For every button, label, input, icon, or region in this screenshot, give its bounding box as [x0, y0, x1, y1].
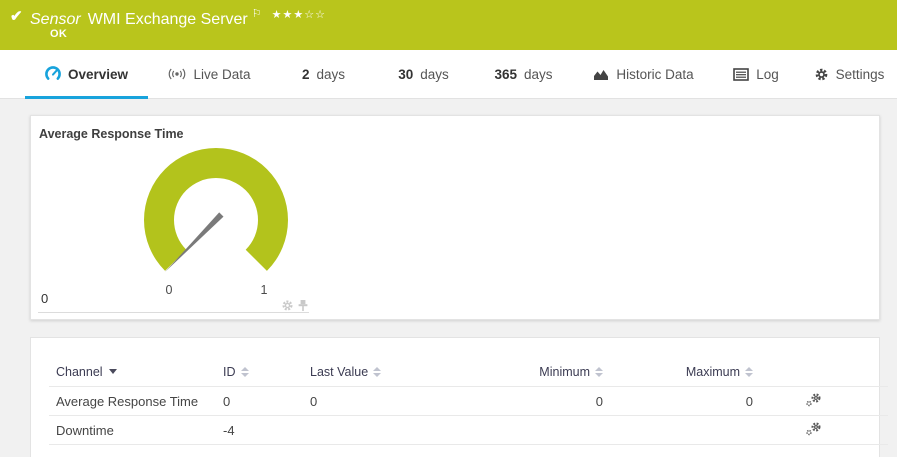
- edit-channel-gears-icon[interactable]: [805, 421, 822, 439]
- sensor-kind-label: Sensor: [30, 11, 81, 28]
- cell-channel: Average Response Time: [49, 386, 223, 416]
- tab-label: Overview: [67, 66, 129, 82]
- sort-icon: [595, 367, 603, 377]
- channel-table-panel: Channel ID Last Value Minimum Maximum Av…: [30, 337, 888, 457]
- cell-last-value: [310, 415, 478, 445]
- sort-icon: [745, 367, 753, 377]
- broadcast-icon: [169, 68, 186, 80]
- tab-2-days[interactable]: 2 days: [271, 50, 376, 98]
- gauge-scale-min: 0: [165, 283, 173, 297]
- tab-label: Log: [756, 66, 779, 82]
- area-chart-icon: [594, 70, 609, 80]
- gear-icon: [815, 68, 827, 80]
- tab-log[interactable]: Log: [711, 50, 801, 98]
- col-header-minimum[interactable]: Minimum: [478, 358, 603, 387]
- sensor-tabbar: Overview Live Data 2 days 30 days 365 da…: [0, 50, 897, 99]
- tab-label: days: [316, 66, 346, 82]
- cell-id: 0: [223, 386, 310, 416]
- cell-last-value: 0: [310, 386, 478, 416]
- cell-maximum: [603, 415, 753, 445]
- sensor-status-header: ✔ Sensor WMI Exchange Server ⚐ ★★★☆☆ OK: [0, 0, 897, 50]
- tab-settings[interactable]: Settings: [801, 50, 897, 98]
- sort-desc-icon: [108, 369, 117, 374]
- status-badge: OK: [50, 28, 68, 40]
- channel-table: Channel ID Last Value Minimum Maximum Av…: [49, 358, 888, 445]
- gauge-baseline-value: 0: [41, 291, 49, 306]
- sensor-title-line: Sensor WMI Exchange Server ⚐ ★★★☆☆: [30, 7, 326, 29]
- tab-label: days: [524, 66, 553, 82]
- table-row[interactable]: Downtime -4: [49, 415, 888, 445]
- gauge-arc: [144, 147, 288, 271]
- gauge-panel: Average Response Time 0 1 0: [30, 115, 880, 320]
- gauge-scale-max: 1: [260, 283, 268, 297]
- status-check-icon: ✔: [10, 8, 23, 25]
- cell-id: -4: [223, 415, 310, 445]
- pin-icon[interactable]: [297, 299, 309, 312]
- tab-overview[interactable]: Overview: [25, 50, 148, 99]
- channel-table-header-row: Channel ID Last Value Minimum Maximum: [49, 358, 888, 387]
- gauge-icon: [45, 66, 61, 80]
- gauge-baseline: [38, 312, 309, 313]
- tab-number: 2: [301, 66, 310, 82]
- tab-number: 365: [494, 66, 517, 82]
- tab-live-data[interactable]: Live Data: [148, 50, 271, 98]
- col-header-last-value[interactable]: Last Value: [310, 358, 478, 387]
- tab-historic-data[interactable]: Historic Data: [576, 50, 711, 98]
- cell-channel: Downtime: [49, 415, 223, 445]
- tab-365-days[interactable]: 365 days: [471, 50, 576, 98]
- col-header-actions: [753, 358, 888, 387]
- col-header-channel[interactable]: Channel: [49, 358, 223, 387]
- stars-filled[interactable]: ★★★: [272, 9, 305, 21]
- tab-label: Live Data: [193, 66, 251, 82]
- cell-minimum: [478, 415, 603, 445]
- tab-label: Historic Data: [616, 66, 694, 82]
- col-header-maximum[interactable]: Maximum: [603, 358, 753, 387]
- cell-minimum: 0: [478, 386, 603, 416]
- gauge-settings-gear-icon[interactable]: [281, 299, 294, 312]
- gauge-mini-toolbar: [281, 299, 309, 312]
- response-time-gauge: [144, 147, 288, 272]
- stars-empty[interactable]: ☆☆: [304, 9, 326, 21]
- log-icon: [733, 67, 750, 81]
- tab-label: days: [420, 66, 449, 82]
- flag-icon[interactable]: ⚐: [252, 8, 262, 20]
- table-row[interactable]: Average Response Time 0 0 0 0: [49, 386, 888, 416]
- col-header-id[interactable]: ID: [223, 358, 310, 387]
- sensor-name: WMI Exchange Server: [87, 11, 248, 28]
- sort-icon: [373, 367, 382, 377]
- tab-label: Settings: [835, 66, 885, 82]
- edit-channel-gears-icon[interactable]: [805, 392, 822, 410]
- priority-stars[interactable]: ★★★☆☆: [272, 9, 326, 21]
- cell-maximum: 0: [603, 386, 753, 416]
- sort-icon: [240, 367, 249, 377]
- tab-30-days[interactable]: 30 days: [376, 50, 471, 98]
- tab-number: 30: [398, 66, 414, 82]
